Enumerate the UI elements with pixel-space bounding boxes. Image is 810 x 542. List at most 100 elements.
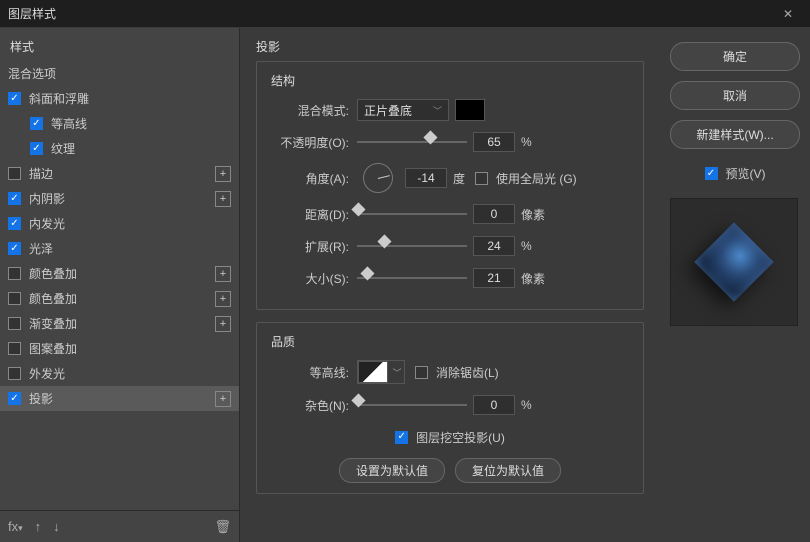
sidebar-item-5[interactable]: 内发光	[0, 211, 239, 236]
checkbox-icon[interactable]	[8, 242, 21, 255]
opacity-input[interactable]	[473, 132, 515, 152]
sidebar-list: 样式 混合选项 斜面和浮雕等高线纹理描边+内阴影+内发光光泽颜色叠加+颜色叠加+…	[0, 28, 239, 510]
spread-input[interactable]	[473, 236, 515, 256]
contour-label: 等高线:	[267, 364, 357, 381]
blend-mode-dropdown[interactable]: 正片叠底 ﹀	[357, 99, 449, 121]
spread-label: 扩展(R):	[267, 238, 357, 255]
shadow-color-swatch[interactable]	[455, 99, 485, 121]
plus-icon[interactable]: +	[215, 191, 231, 207]
distance-unit: 像素	[521, 206, 545, 223]
noise-unit: %	[521, 398, 532, 412]
contour-picker[interactable]: ﹀	[357, 360, 405, 384]
set-default-button[interactable]: 设置为默认值	[339, 458, 445, 483]
sidebar-item-label: 投影	[29, 390, 215, 407]
plus-icon[interactable]: +	[215, 391, 231, 407]
sidebar-item-7[interactable]: 颜色叠加+	[0, 261, 239, 286]
plus-icon[interactable]: +	[215, 291, 231, 307]
sidebar-item-12[interactable]: 投影+	[0, 386, 239, 411]
titlebar: 图层样式 ✕	[0, 0, 810, 28]
quality-title: 品质	[267, 333, 633, 350]
window-title: 图层样式	[8, 5, 774, 22]
noise-label: 杂色(N):	[267, 397, 357, 414]
checkbox-icon[interactable]	[8, 167, 21, 180]
cancel-button[interactable]: 取消	[670, 81, 800, 110]
angle-input[interactable]	[405, 168, 447, 188]
distance-input[interactable]	[473, 204, 515, 224]
opacity-label: 不透明度(O):	[267, 134, 357, 151]
checkbox-icon	[705, 167, 718, 180]
right-panel: 确定 取消 新建样式(W)... 预览(V)	[660, 28, 810, 542]
checkbox-icon[interactable]	[8, 342, 21, 355]
sidebar-footer: fx▾ ↑ ↓ 🗑	[0, 510, 239, 542]
checkbox-icon	[415, 366, 428, 379]
trash-icon[interactable]: 🗑	[214, 519, 231, 535]
arrow-down-icon[interactable]: ↓	[53, 519, 60, 534]
sidebar-item-1[interactable]: 等高线	[0, 111, 239, 136]
sidebar-item-9[interactable]: 渐变叠加+	[0, 311, 239, 336]
ok-button[interactable]: 确定	[670, 42, 800, 71]
checkbox-icon[interactable]	[8, 267, 21, 280]
checkbox-icon[interactable]	[8, 392, 21, 405]
sidebar-item-10[interactable]: 图案叠加	[0, 336, 239, 361]
opacity-unit: %	[521, 135, 532, 149]
checkbox-icon[interactable]	[8, 317, 21, 330]
arrow-up-icon[interactable]: ↑	[35, 519, 42, 534]
sidebar-styles-header: 样式	[0, 28, 239, 61]
preview-checkbox[interactable]: 预览(V)	[670, 165, 800, 182]
checkbox-icon[interactable]	[8, 192, 21, 205]
sidebar-item-label: 渐变叠加	[29, 315, 215, 332]
size-slider[interactable]	[357, 269, 467, 287]
global-light-checkbox[interactable]: 使用全局光 (G)	[475, 170, 577, 187]
global-light-label: 使用全局光 (G)	[496, 170, 577, 187]
sidebar-item-label: 外发光	[29, 365, 231, 382]
panel-title: 投影	[256, 38, 644, 55]
sidebar: 样式 混合选项 斜面和浮雕等高线纹理描边+内阴影+内发光光泽颜色叠加+颜色叠加+…	[0, 28, 240, 542]
plus-icon[interactable]: +	[215, 166, 231, 182]
angle-dial[interactable]	[363, 163, 393, 193]
sidebar-item-6[interactable]: 光泽	[0, 236, 239, 261]
sidebar-blending-options[interactable]: 混合选项	[0, 61, 239, 86]
blend-mode-value: 正片叠底	[364, 102, 412, 119]
knockout-checkbox[interactable]: 图层挖空投影(U)	[395, 429, 505, 446]
sidebar-item-4[interactable]: 内阴影+	[0, 186, 239, 211]
plus-icon[interactable]: +	[215, 266, 231, 282]
close-icon[interactable]: ✕	[774, 0, 802, 28]
chevron-down-icon: ﹀	[390, 366, 404, 379]
noise-slider[interactable]	[357, 396, 467, 414]
sidebar-item-8[interactable]: 颜色叠加+	[0, 286, 239, 311]
antialias-checkbox[interactable]: 消除锯齿(L)	[415, 364, 499, 381]
checkbox-icon[interactable]	[8, 292, 21, 305]
checkbox-icon[interactable]	[8, 92, 21, 105]
new-style-button[interactable]: 新建样式(W)...	[670, 120, 800, 149]
sidebar-item-3[interactable]: 描边+	[0, 161, 239, 186]
plus-icon[interactable]: +	[215, 316, 231, 332]
checkbox-icon[interactable]	[8, 217, 21, 230]
structure-title: 结构	[267, 72, 633, 89]
sidebar-item-label: 等高线	[51, 115, 231, 132]
spread-slider[interactable]	[357, 237, 467, 255]
checkbox-icon[interactable]	[8, 367, 21, 380]
quality-group: 品质 等高线: ﹀ 消除锯齿(L) 杂色(N): %	[256, 322, 644, 494]
size-unit: 像素	[521, 270, 545, 287]
checkbox-icon[interactable]	[30, 142, 43, 155]
sidebar-item-0[interactable]: 斜面和浮雕	[0, 86, 239, 111]
content-panel: 投影 结构 混合模式: 正片叠底 ﹀ 不透明度(O): % 角度(A):	[240, 28, 660, 542]
spread-unit: %	[521, 239, 532, 253]
checkbox-icon[interactable]	[30, 117, 43, 130]
distance-label: 距离(D):	[267, 206, 357, 223]
sidebar-item-2[interactable]: 纹理	[0, 136, 239, 161]
sidebar-item-label: 内阴影	[29, 190, 215, 207]
distance-slider[interactable]	[357, 205, 467, 223]
antialias-label: 消除锯齿(L)	[436, 364, 499, 381]
reset-default-button[interactable]: 复位为默认值	[455, 458, 561, 483]
size-input[interactable]	[473, 268, 515, 288]
angle-label: 角度(A):	[267, 170, 357, 187]
contour-preview	[358, 361, 388, 383]
sidebar-item-label: 光泽	[29, 240, 231, 257]
noise-input[interactable]	[473, 395, 515, 415]
fx-icon[interactable]: fx▾	[8, 519, 23, 534]
sidebar-item-11[interactable]: 外发光	[0, 361, 239, 386]
angle-unit: 度	[453, 170, 465, 187]
opacity-slider[interactable]	[357, 133, 467, 151]
structure-group: 结构 混合模式: 正片叠底 ﹀ 不透明度(O): % 角度(A): 度	[256, 61, 644, 310]
